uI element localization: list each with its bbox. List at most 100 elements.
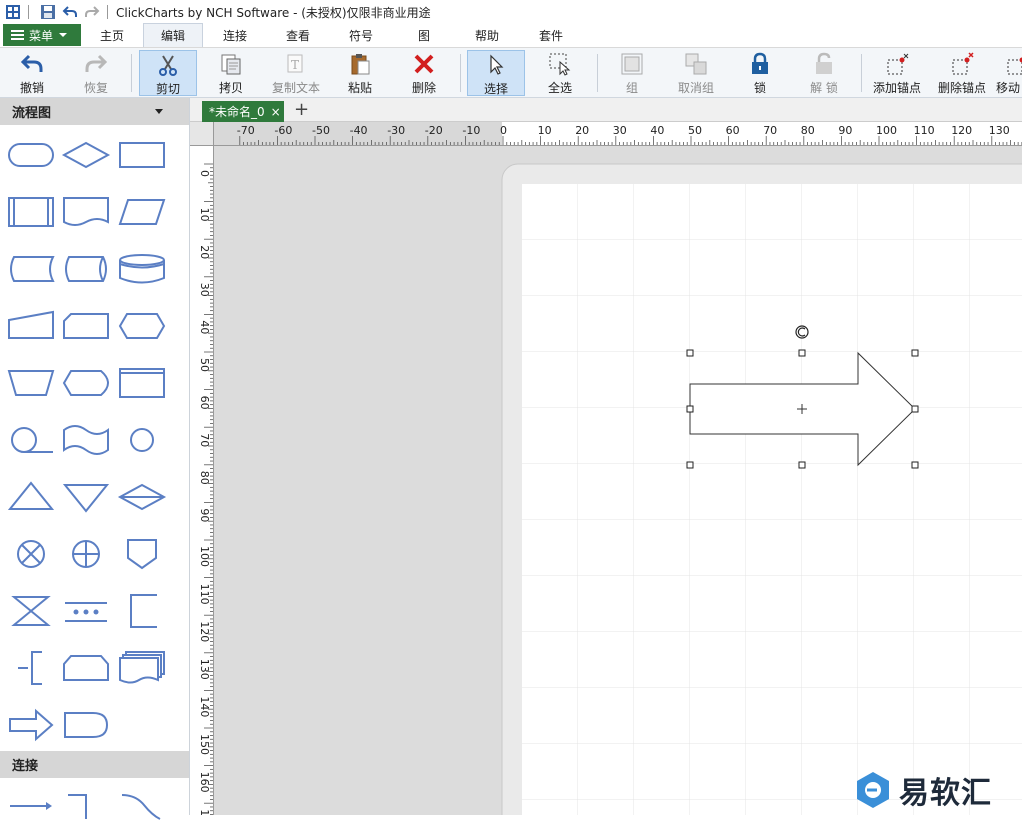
tab-help[interactable]: 帮助	[455, 23, 519, 47]
shape-sort[interactable]	[117, 477, 167, 517]
shape-annotation-left[interactable]	[6, 648, 56, 688]
connections-section-header[interactable]: 连接	[0, 751, 189, 778]
main-menu-button[interactable]: 菜单	[3, 24, 81, 46]
new-tab-icon[interactable]: +	[294, 99, 309, 120]
shape-multi-document[interactable]	[117, 648, 167, 688]
handle-top-left[interactable]	[687, 350, 693, 356]
flowchart-section-header[interactable]: 流程图	[0, 98, 189, 125]
paste-button[interactable]: 粘贴	[334, 50, 386, 96]
shape-delay[interactable]	[61, 705, 111, 745]
shape-summing-junction[interactable]	[6, 534, 56, 574]
redo-button[interactable]: 恢复	[70, 50, 122, 96]
ruler-label: 100	[198, 546, 211, 567]
add-anchor-button[interactable]: 添加锚点	[867, 50, 927, 96]
tab-home[interactable]: 主页	[81, 23, 143, 47]
shape-connector[interactable]	[117, 420, 167, 460]
shape-display[interactable]	[61, 363, 111, 403]
delete-anchor-button[interactable]: 删除锚点	[932, 50, 992, 96]
ruler-label: 60	[198, 396, 211, 410]
shape-loop-limit[interactable]	[61, 591, 111, 631]
shape-off-page-reference[interactable]	[117, 534, 167, 574]
copy-text-label: 复制文本	[272, 79, 320, 96]
document-tab-bar: *未命名_0 × +	[190, 98, 1022, 122]
connector-straight-arrow[interactable]	[6, 786, 56, 826]
shape-terminator[interactable]	[6, 135, 56, 175]
redo-quick-icon[interactable]	[83, 3, 101, 21]
ruler-label: -70	[237, 124, 255, 137]
handle-top-center[interactable]	[799, 350, 805, 356]
shape-preparation[interactable]	[117, 306, 167, 346]
redo-icon	[83, 52, 109, 76]
hamburger-icon	[11, 30, 24, 40]
select-all-button[interactable]: 全选	[533, 50, 587, 96]
shape-document[interactable]	[61, 192, 111, 232]
select-all-icon	[547, 52, 573, 76]
tab-edit[interactable]: 编辑	[143, 23, 203, 47]
drawing-canvas[interactable]	[214, 146, 1022, 815]
unlock-button[interactable]: 解 锁	[797, 50, 851, 96]
horizontal-ruler[interactable]: -70-60-50-40-30-20-100102030405060708090…	[214, 122, 1022, 146]
ruler-label: 110	[198, 584, 211, 605]
shape-database[interactable]	[117, 249, 167, 289]
connector-elbow[interactable]	[58, 786, 108, 826]
shape-stored-data[interactable]	[6, 249, 56, 289]
shape-extract[interactable]	[6, 477, 56, 517]
tab-symbol[interactable]: 符号	[329, 23, 393, 47]
copy-text-button[interactable]: T 复制文本	[266, 50, 326, 96]
connections-section-title: 连接	[12, 755, 38, 774]
group-label: 组	[626, 79, 638, 96]
undo-icon	[19, 52, 45, 76]
shape-internal-storage[interactable]	[117, 363, 167, 403]
tab-connect[interactable]: 连接	[203, 23, 267, 47]
delete-button[interactable]: 删除	[398, 50, 450, 96]
shape-manual-operation[interactable]	[6, 363, 56, 403]
scissors-icon	[155, 53, 181, 77]
handle-middle-right[interactable]	[912, 406, 918, 412]
shape-predefined-process[interactable]	[6, 192, 56, 232]
cut-button[interactable]: 剪切	[139, 50, 197, 96]
canvas-svg	[214, 146, 1022, 815]
shape-direct-access-storage[interactable]	[61, 249, 111, 289]
move-label: 移动	[996, 79, 1020, 96]
ruler-label: -60	[274, 124, 292, 137]
ruler-corner	[190, 122, 214, 146]
document-tab[interactable]: *未命名_0 ×	[202, 101, 284, 122]
ruler-label: 0	[198, 170, 211, 177]
shape-arrow-right[interactable]	[6, 705, 56, 745]
tab-suite[interactable]: 套件	[519, 23, 583, 47]
undo-quick-icon[interactable]	[61, 3, 79, 21]
copy-button[interactable]: 拷贝	[204, 50, 258, 96]
shape-collate[interactable]	[6, 591, 56, 631]
handle-bottom-center[interactable]	[799, 462, 805, 468]
ruler-label: 70	[198, 433, 211, 447]
shape-sequential-access-storage[interactable]	[6, 420, 56, 460]
handle-top-right[interactable]	[912, 350, 918, 356]
shape-manual-input[interactable]	[6, 306, 56, 346]
tab-view[interactable]: 查看	[267, 23, 329, 47]
select-button[interactable]: 选择	[467, 50, 525, 96]
shape-punched-card[interactable]	[61, 648, 111, 688]
move-button[interactable]: 移动	[996, 50, 1022, 96]
handle-middle-left[interactable]	[687, 406, 693, 412]
ungroup-button[interactable]: 取消组	[666, 50, 726, 96]
shape-decision[interactable]	[61, 135, 111, 175]
shape-merge[interactable]	[61, 477, 111, 517]
save-icon[interactable]	[39, 3, 57, 21]
redo-label: 恢复	[84, 79, 108, 96]
tab-chart[interactable]: 图	[393, 23, 455, 47]
undo-button[interactable]: 撤销	[6, 50, 58, 96]
shape-punched-tape[interactable]	[61, 420, 111, 460]
close-icon[interactable]: ×	[271, 105, 281, 119]
shape-or[interactable]	[61, 534, 111, 574]
shape-card[interactable]	[61, 306, 111, 346]
shape-data[interactable]	[117, 192, 167, 232]
shape-process[interactable]	[117, 135, 167, 175]
group-button[interactable]: 组	[606, 50, 658, 96]
handle-bottom-right[interactable]	[912, 462, 918, 468]
connector-curved[interactable]	[114, 786, 164, 826]
rotate-handle-icon[interactable]	[796, 326, 808, 338]
lock-button[interactable]: 锁	[734, 50, 786, 96]
handle-bottom-left[interactable]	[687, 462, 693, 468]
shape-annotation[interactable]	[117, 591, 167, 631]
vertical-ruler[interactable]: 0102030405060708090100110120130140150160…	[190, 146, 214, 815]
